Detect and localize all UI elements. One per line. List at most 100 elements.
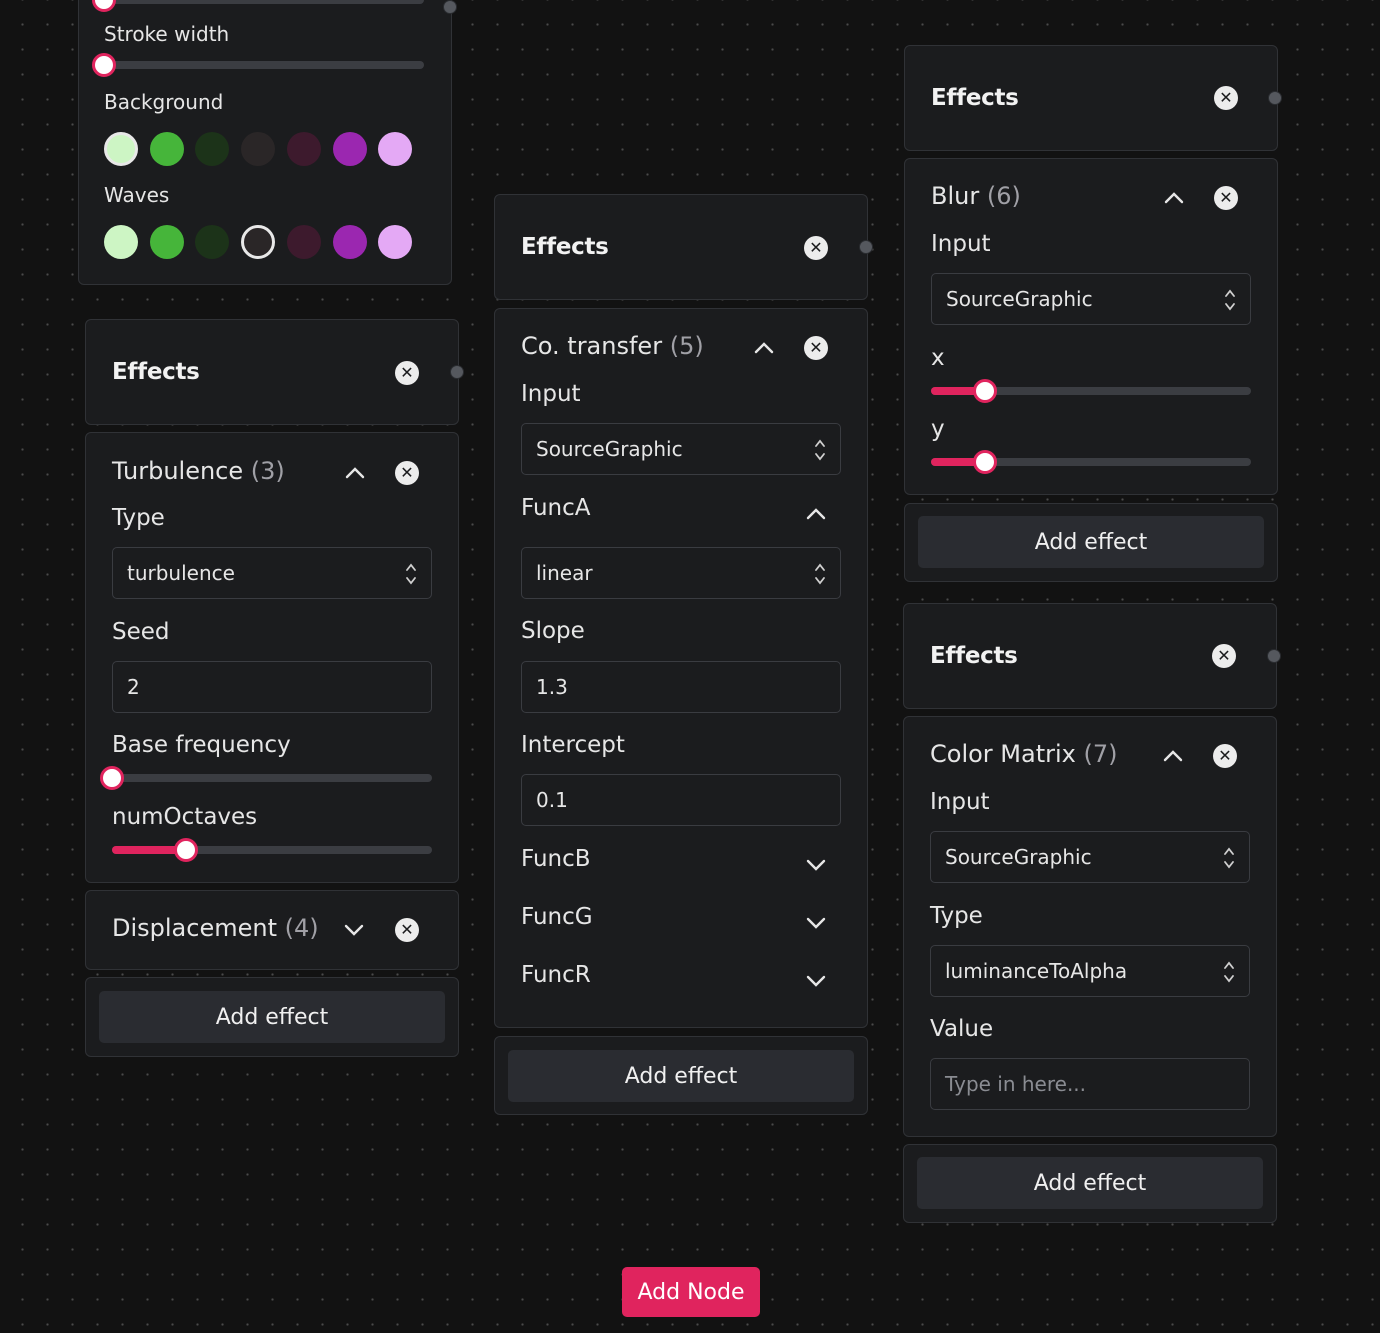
stroke-width-label: Stroke width bbox=[104, 22, 230, 46]
funca-label: FuncA bbox=[521, 495, 591, 521]
close-icon[interactable]: ✕ bbox=[1213, 744, 1237, 768]
input-select[interactable]: SourceGraphic bbox=[931, 273, 1251, 325]
blur-title: Blur (6) bbox=[931, 182, 1021, 210]
close-icon[interactable]: ✕ bbox=[395, 361, 419, 385]
background-color-swatch[interactable] bbox=[104, 132, 138, 166]
input-select-value: SourceGraphic bbox=[946, 287, 1093, 311]
y-slider[interactable] bbox=[931, 450, 1251, 474]
waves-label: Waves bbox=[104, 183, 170, 207]
value-input-placeholder: Type in here... bbox=[945, 1072, 1087, 1096]
base-frequency-slider[interactable] bbox=[100, 766, 432, 790]
close-icon[interactable]: ✕ bbox=[1214, 86, 1238, 110]
chevron-down-icon[interactable] bbox=[805, 970, 827, 992]
y-slider-thumb[interactable] bbox=[973, 450, 997, 474]
slope-label: Slope bbox=[521, 618, 585, 644]
intercept-input[interactable]: 0.1 bbox=[521, 774, 841, 826]
waves-color-swatch[interactable] bbox=[332, 225, 367, 259]
slope-input-value: 1.3 bbox=[536, 675, 568, 699]
num-octaves-slider[interactable] bbox=[112, 838, 432, 862]
displacement-count: (4) bbox=[284, 914, 319, 942]
num-octaves-thumb[interactable] bbox=[174, 838, 198, 862]
waves-color-swatch[interactable] bbox=[241, 225, 276, 259]
y-label: y bbox=[931, 416, 945, 442]
background-color-swatch[interactable] bbox=[378, 132, 413, 166]
co-transfer-effect-panel: Co. transfer (5) ✕ Input SourceGraphic F… bbox=[494, 308, 868, 1028]
effects-port[interactable] bbox=[1268, 91, 1282, 105]
effects-header-title: Effects bbox=[112, 359, 200, 385]
effects-port[interactable] bbox=[859, 240, 873, 254]
waves-color-swatch[interactable] bbox=[378, 225, 413, 259]
background-label: Background bbox=[104, 90, 224, 114]
chevron-down-icon[interactable] bbox=[805, 912, 827, 934]
num-octaves-label: numOctaves bbox=[112, 804, 258, 830]
x-slider-thumb[interactable] bbox=[973, 379, 997, 403]
input-select[interactable]: SourceGraphic bbox=[930, 831, 1250, 883]
add-effect-button[interactable]: Add effect bbox=[508, 1050, 854, 1102]
add-effect-button[interactable]: Add effect bbox=[918, 516, 1264, 568]
blur-name: Blur bbox=[931, 182, 980, 210]
waves-color-swatch[interactable] bbox=[104, 225, 138, 259]
add-effect-panel: Add effect bbox=[904, 503, 1278, 582]
chevron-up-icon[interactable] bbox=[1163, 187, 1185, 209]
background-color-swatch[interactable] bbox=[332, 132, 367, 166]
seed-label: Seed bbox=[112, 619, 170, 645]
stroke-width-slider[interactable] bbox=[92, 53, 424, 77]
background-color-swatch[interactable] bbox=[241, 132, 276, 166]
effects-port[interactable] bbox=[450, 365, 464, 379]
chevron-down-icon[interactable] bbox=[343, 919, 365, 941]
turbulence-title: Turbulence (3) bbox=[112, 457, 285, 485]
updown-icon bbox=[406, 563, 416, 585]
base-frequency-thumb[interactable] bbox=[100, 766, 124, 790]
funcb-label: FuncB bbox=[521, 846, 591, 872]
chevron-up-icon[interactable] bbox=[344, 462, 366, 484]
effects-header-panel: Effects ✕ bbox=[904, 45, 1278, 151]
funca-type-value: linear bbox=[536, 561, 593, 585]
x-slider[interactable] bbox=[931, 379, 1251, 403]
add-effect-panel: Add effect bbox=[494, 1036, 868, 1115]
chevron-up-icon[interactable] bbox=[753, 337, 775, 359]
close-icon[interactable]: ✕ bbox=[395, 461, 419, 485]
add-effect-button[interactable]: Add effect bbox=[99, 991, 445, 1043]
slope-input[interactable]: 1.3 bbox=[521, 661, 841, 713]
effects-port[interactable] bbox=[1267, 649, 1281, 663]
updown-icon bbox=[815, 439, 825, 461]
waves-color-swatch[interactable] bbox=[286, 225, 321, 259]
funca-type-select[interactable]: linear bbox=[521, 547, 841, 599]
input-select-value: SourceGraphic bbox=[945, 845, 1092, 869]
effects-header-panel: Effects ✕ bbox=[903, 603, 1277, 709]
top-slider-track[interactable] bbox=[92, 0, 424, 12]
close-icon[interactable]: ✕ bbox=[804, 336, 828, 360]
waves-color-swatch[interactable] bbox=[149, 225, 184, 259]
background-color-swatch[interactable] bbox=[149, 132, 184, 166]
value-label: Value bbox=[930, 1016, 994, 1042]
chevron-down-icon[interactable] bbox=[805, 854, 827, 876]
add-node-button[interactable]: Add Node bbox=[622, 1267, 760, 1317]
blur-effect-panel: Blur (6) ✕ Input SourceGraphic x y bbox=[904, 158, 1278, 495]
close-icon[interactable]: ✕ bbox=[395, 918, 419, 942]
stroke-width-thumb[interactable] bbox=[92, 53, 116, 77]
type-select[interactable]: luminanceToAlpha bbox=[930, 945, 1250, 997]
effects-header-panel: Effects ✕ bbox=[494, 194, 868, 300]
co-transfer-count: (5) bbox=[669, 332, 704, 360]
background-color-swatch[interactable] bbox=[286, 132, 321, 166]
top-panel-port[interactable] bbox=[443, 0, 457, 14]
type-label: Type bbox=[930, 903, 983, 929]
input-label: Input bbox=[521, 381, 581, 407]
color-matrix-name: Color Matrix bbox=[930, 740, 1076, 768]
add-effect-panel: Add effect bbox=[903, 1144, 1277, 1223]
type-select[interactable]: turbulence bbox=[112, 547, 432, 599]
color-matrix-count: (7) bbox=[1083, 740, 1118, 768]
value-input[interactable]: Type in here... bbox=[930, 1058, 1250, 1110]
close-icon[interactable]: ✕ bbox=[1214, 186, 1238, 210]
seed-input[interactable]: 2 bbox=[112, 661, 432, 713]
close-icon[interactable]: ✕ bbox=[1212, 644, 1236, 668]
type-select-value: turbulence bbox=[127, 561, 235, 585]
co-transfer-title: Co. transfer (5) bbox=[521, 332, 704, 360]
chevron-up-icon[interactable] bbox=[1162, 745, 1184, 767]
close-icon[interactable]: ✕ bbox=[804, 236, 828, 260]
input-select[interactable]: SourceGraphic bbox=[521, 423, 841, 475]
color-matrix-effect-panel: Color Matrix (7) ✕ Input SourceGraphic T… bbox=[903, 716, 1277, 1137]
updown-icon bbox=[1224, 847, 1234, 869]
chevron-up-icon[interactable] bbox=[805, 503, 827, 525]
add-effect-button[interactable]: Add effect bbox=[917, 1157, 1263, 1209]
